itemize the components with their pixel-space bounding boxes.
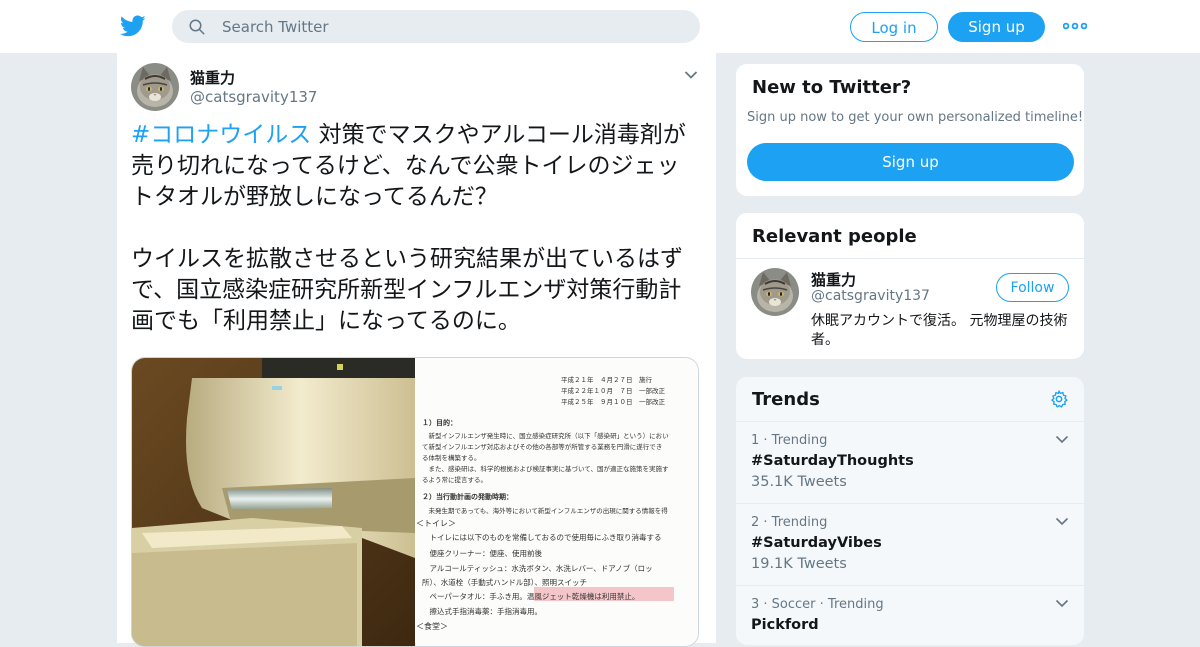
hashtag-link[interactable]: #コロナウイルス bbox=[131, 122, 311, 148]
trend-item[interactable]: 1 · Trending #SaturdayThoughts 35.1K Twe… bbox=[736, 421, 1084, 504]
tweet-media[interactable]: 平成２１年 ４月２７日 施行 平成２２年１０月 ７日 一部改正 平成２５年 ９月… bbox=[131, 357, 699, 647]
doc-line: 便座クリーナー：便座、使用前後 bbox=[422, 549, 542, 558]
doc-line: ＜食堂＞ bbox=[416, 622, 448, 631]
doc-line: ＜トイレ＞ bbox=[416, 519, 456, 528]
new-to-twitter-panel: New to Twitter? Sign up now to get your … bbox=[735, 63, 1085, 197]
doc-line: る体制を構築する。 bbox=[422, 454, 481, 462]
tweet-author-name[interactable]: 猫重力 bbox=[190, 67, 235, 88]
twitter-logo-icon[interactable] bbox=[120, 13, 146, 39]
doc-heading: ２）当行動計画の発動時期： bbox=[422, 492, 513, 501]
trend-meta: 1 · Trending bbox=[751, 433, 828, 448]
signup-button-large[interactable]: Sign up bbox=[747, 143, 1074, 181]
follow-button[interactable]: Follow bbox=[996, 273, 1069, 302]
panel-title: Trends bbox=[752, 389, 820, 410]
login-button[interactable]: Log in bbox=[850, 12, 938, 42]
trend-meta: 3 · Soccer · Trending bbox=[751, 597, 884, 612]
person-bio: 休眠アカウントで復活。 元物理屋の技術者。 bbox=[811, 313, 1068, 348]
signup-button[interactable]: Sign up bbox=[948, 12, 1045, 42]
chevron-down-icon[interactable] bbox=[1055, 517, 1069, 526]
trends-panel: Trends 1 · Trending #SaturdayThoughts 35… bbox=[735, 376, 1085, 646]
chevron-down-icon[interactable] bbox=[1055, 435, 1069, 444]
doc-line: また、感染研は、科学的根拠および検証事実に基づいて、国が適正な施策を実施す bbox=[422, 465, 669, 473]
tweet-text: #コロナウイルス 対策でマスクやアルコール消毒剤が売り切れになってるけど、なんで… bbox=[131, 120, 699, 337]
doc-line: 新型インフルエンザ発生時に、国立感染症研究所（以下「感染研」という）におい bbox=[422, 432, 669, 440]
divider bbox=[736, 258, 1084, 259]
chevron-down-icon[interactable] bbox=[1055, 599, 1069, 608]
doc-line: 擦込式手指消毒薬：手指消毒用。 bbox=[422, 607, 542, 616]
search-input[interactable] bbox=[222, 10, 682, 43]
avatar[interactable] bbox=[751, 268, 799, 316]
doc-line: アルコールティッシュ：水洗ボタン、水洗レバー、ドアノブ（ロッ bbox=[422, 564, 653, 573]
doc-date: 平成２２年１０月 ７日 一部改正 bbox=[561, 387, 665, 395]
doc-line: るよう常に提言する。 bbox=[422, 476, 487, 484]
tweet-author-handle[interactable]: @catsgravity137 bbox=[190, 88, 317, 106]
trend-item[interactable]: 3 · Soccer · Trending Pickford bbox=[736, 585, 1084, 646]
panel-subtitle: Sign up now to get your own personalized… bbox=[747, 110, 1084, 125]
doc-date: 平成２５年 ９月１０日 一部改正 bbox=[561, 398, 665, 406]
trend-count: 35.1K Tweets bbox=[751, 474, 847, 490]
panel-title: New to Twitter? bbox=[752, 77, 912, 98]
doc-line: て新型インフルエンザ対応およびその他の各部等が所管する業務を円滑に遂行でき bbox=[422, 443, 663, 451]
cat-avatar-image bbox=[751, 268, 799, 316]
trend-name[interactable]: Pickford bbox=[751, 617, 819, 633]
trend-meta: 2 · Trending bbox=[751, 515, 828, 530]
doc-line: ペーパータオル：手ふき用。温風ジェット乾燥機は利用禁止。 bbox=[422, 592, 640, 601]
jet-towel-dryer-photo bbox=[132, 358, 415, 646]
doc-date: 平成２１年 ４月２７日 施行 bbox=[561, 376, 652, 384]
top-navigation-bar: Log in Sign up bbox=[0, 0, 1200, 54]
panel-title: Relevant people bbox=[752, 226, 917, 247]
trend-name[interactable]: #SaturdayVibes bbox=[751, 535, 882, 551]
chevron-down-icon[interactable] bbox=[684, 70, 698, 80]
more-options-icon[interactable] bbox=[1063, 19, 1087, 33]
cat-avatar-image bbox=[131, 63, 179, 111]
avatar[interactable] bbox=[131, 63, 179, 111]
search-icon bbox=[189, 19, 205, 35]
doc-line: 未発生期であっても、海外等において新型インフルエンザの出現に関する情報を得 bbox=[422, 507, 668, 515]
document-image: 平成２１年 ４月２７日 施行 平成２２年１０月 ７日 一部改正 平成２５年 ９月… bbox=[416, 358, 698, 646]
relevant-people-panel: Relevant people 猫重力 @catsgravity137 Foll… bbox=[735, 212, 1085, 360]
person-name[interactable]: 猫重力 bbox=[811, 269, 856, 290]
doc-heading: １）目的： bbox=[422, 418, 457, 427]
tweet-text-paragraph: ウイルスを拡散させるという研究結果が出ているはずで、国立感染症研究所新型インフル… bbox=[131, 246, 683, 334]
trend-name[interactable]: #SaturdayThoughts bbox=[751, 453, 914, 469]
search-box[interactable] bbox=[172, 10, 700, 43]
trend-count: 19.1K Tweets bbox=[751, 556, 847, 572]
doc-line: トイレには以下のものを常備しておるので使用毎にふき取り消毒する bbox=[422, 533, 662, 542]
trend-item[interactable]: 2 · Trending #SaturdayVibes 19.1K Tweets bbox=[736, 503, 1084, 586]
gear-icon[interactable] bbox=[1049, 389, 1069, 409]
person-handle[interactable]: @catsgravity137 bbox=[811, 288, 930, 304]
